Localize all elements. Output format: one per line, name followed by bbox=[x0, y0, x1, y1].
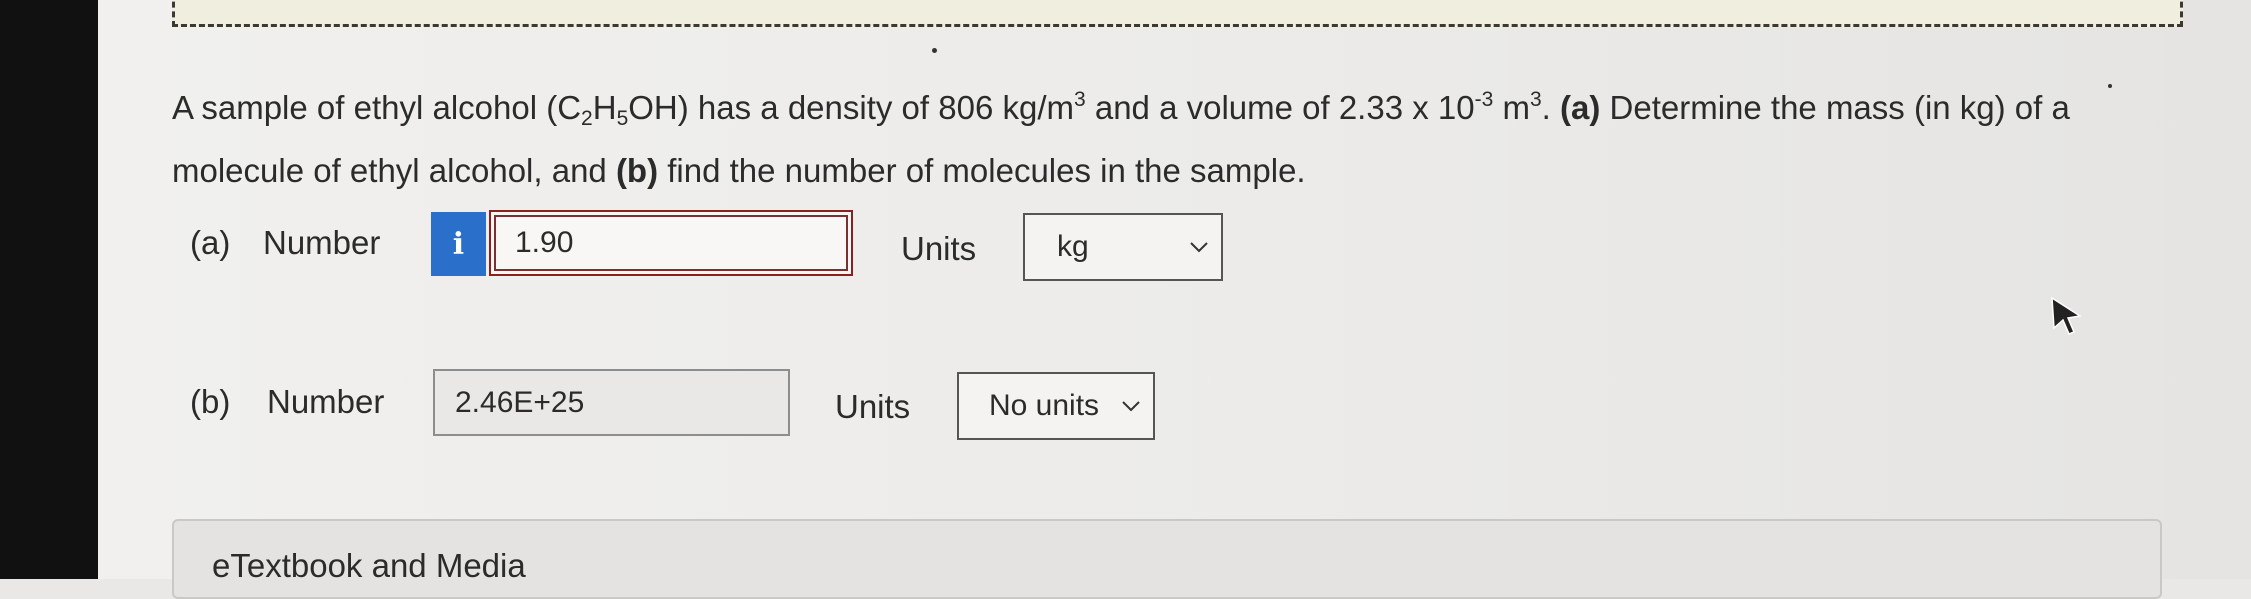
part-a-label: (a) bbox=[190, 224, 231, 261]
info-icon[interactable]: i bbox=[431, 212, 486, 276]
part-a-number-label: Number bbox=[263, 224, 381, 261]
part-a-units-select[interactable]: kg bbox=[1023, 213, 1223, 281]
part-b-number-label: Number bbox=[267, 383, 385, 420]
etextbook-media-section[interactable]: eTextbook and Media bbox=[172, 519, 2162, 599]
part-a-units-value: kg bbox=[1057, 230, 1089, 263]
part-b-units-value: No units bbox=[989, 389, 1100, 422]
part-b-number-input[interactable]: 2.46E+25 bbox=[433, 369, 790, 436]
part-a-units-label: Units bbox=[901, 230, 977, 267]
question-text: A sample of ethyl alcohol (C2H5OH) has a… bbox=[172, 88, 2070, 189]
part-a-number-input[interactable]: 1.90 bbox=[489, 210, 853, 276]
mouse-pointer-icon bbox=[2051, 296, 2083, 335]
part-b-units-label: Units bbox=[835, 388, 911, 425]
artifact-dot bbox=[932, 48, 937, 53]
chevron-down-icon bbox=[1190, 242, 1208, 253]
part-b-units-select[interactable]: No units bbox=[957, 372, 1155, 440]
previous-question-box bbox=[172, 0, 2183, 27]
etextbook-media-label: eTextbook and Media bbox=[212, 547, 526, 584]
question-page: A sample of ethyl alcohol (C2H5OH) has a… bbox=[0, 0, 2251, 599]
part-b-label: (b) bbox=[190, 383, 231, 420]
chevron-down-icon bbox=[1122, 401, 1140, 412]
